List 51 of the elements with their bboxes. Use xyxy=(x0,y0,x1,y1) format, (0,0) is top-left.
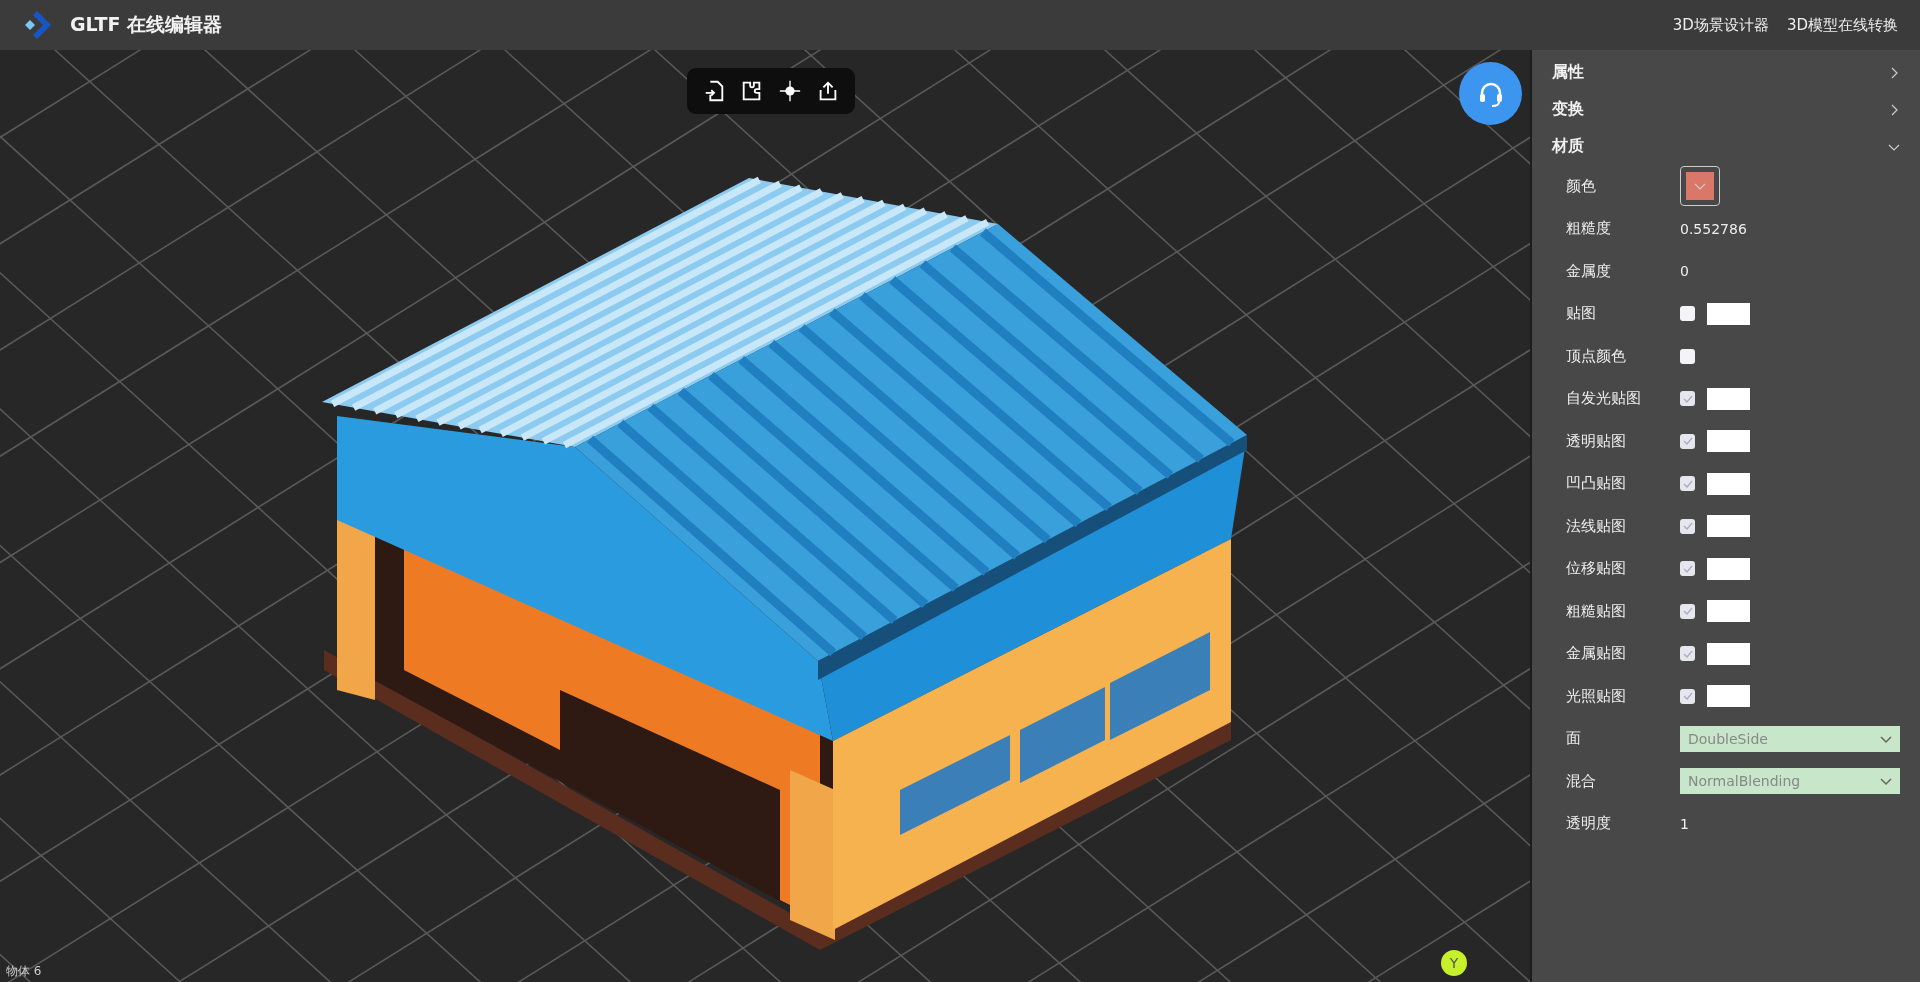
app-title: GLTF 在线编辑器 xyxy=(70,12,223,37)
checkbox[interactable] xyxy=(1680,688,1695,704)
texture-slot[interactable] xyxy=(1707,515,1750,538)
texture-slot[interactable] xyxy=(1707,685,1750,708)
property-value: 1 xyxy=(1680,815,1689,832)
checkbox[interactable] xyxy=(1680,433,1695,449)
checkbox[interactable] xyxy=(1680,306,1695,322)
crosshair-button[interactable] xyxy=(777,78,803,104)
checkbox[interactable] xyxy=(1680,646,1695,662)
3d-viewport[interactable]: 物体 6 Y xyxy=(0,50,1532,982)
object-count: 物体 6 xyxy=(6,963,42,980)
property-label: 光照贴图 xyxy=(1566,686,1627,706)
section-header[interactable]: 材质 xyxy=(1544,128,1900,165)
property-label: 顶点颜色 xyxy=(1566,346,1627,366)
checkbox[interactable] xyxy=(1680,518,1695,534)
property-label: 粗糙度 xyxy=(1566,219,1612,239)
property-label: 粗糙贴图 xyxy=(1566,601,1627,621)
texture-slot[interactable] xyxy=(1707,557,1750,580)
nav-link[interactable]: 3D模型在线转换 xyxy=(1786,15,1898,35)
color-picker[interactable] xyxy=(1680,166,1720,207)
property-label: 透明贴图 xyxy=(1566,431,1627,451)
property-label: 自发光贴图 xyxy=(1566,389,1642,409)
section-header[interactable]: 属性 xyxy=(1544,54,1900,91)
axis-gizmo[interactable]: Y xyxy=(1441,950,1467,976)
checkbox[interactable] xyxy=(1680,561,1695,577)
property-label: 凹凸贴图 xyxy=(1566,474,1627,494)
property-label: 贴图 xyxy=(1566,304,1597,324)
property-label: 透明度 xyxy=(1566,814,1612,834)
section-header[interactable]: 变换 xyxy=(1544,91,1900,128)
checkbox[interactable] xyxy=(1680,348,1695,364)
texture-slot[interactable] xyxy=(1707,642,1750,665)
chevron-down-icon xyxy=(1880,775,1892,788)
property-label: 混合 xyxy=(1566,771,1597,791)
texture-slot[interactable] xyxy=(1707,430,1750,453)
property-value: 0 xyxy=(1680,263,1689,280)
nav-link[interactable]: 3D场景设计器 xyxy=(1672,15,1769,35)
property-label: 颜色 xyxy=(1566,176,1597,196)
property-label: 金属度 xyxy=(1566,261,1612,281)
property-value: 0.552786 xyxy=(1680,220,1747,237)
property-label: 位移贴图 xyxy=(1566,559,1627,579)
texture-slot[interactable] xyxy=(1707,302,1750,325)
property-label: 法线贴图 xyxy=(1566,516,1627,536)
checkbox[interactable] xyxy=(1680,391,1695,407)
checkbox[interactable] xyxy=(1680,603,1695,619)
property-label: 金属贴图 xyxy=(1566,644,1627,664)
texture-slot[interactable] xyxy=(1707,472,1750,495)
texture-slot[interactable] xyxy=(1707,600,1750,623)
property-label: 面 xyxy=(1566,729,1582,749)
crosshair-icon xyxy=(778,79,802,103)
checkbox[interactable] xyxy=(1680,476,1695,492)
texture-slot[interactable] xyxy=(1707,387,1750,410)
